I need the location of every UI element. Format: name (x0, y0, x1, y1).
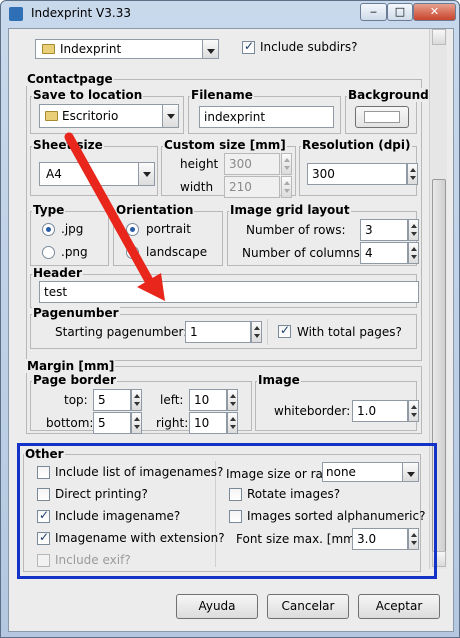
close-button[interactable]: ✕ (413, 3, 456, 21)
app-window: Indexprint V3.33 ‒ □ ✕ Indexprint Includ… (0, 0, 460, 638)
client-area: Indexprint Include subdirs? Contactpage … (8, 28, 454, 632)
window-title: Indexprint V3.33 (31, 6, 131, 20)
app-icon (9, 7, 23, 21)
arrow-shaft (64, 132, 157, 291)
accept-button[interactable]: Aceptar (358, 594, 440, 619)
maximize-button[interactable]: □ (387, 3, 413, 21)
cancel-button[interactable]: Cancelar (267, 594, 349, 619)
annotation-arrow (64, 132, 165, 301)
help-button[interactable]: Ayuda (176, 594, 258, 619)
minimize-button[interactable]: ‒ (360, 3, 387, 21)
title-bar[interactable]: Indexprint V3.33 ‒ □ ✕ (1, 1, 459, 27)
